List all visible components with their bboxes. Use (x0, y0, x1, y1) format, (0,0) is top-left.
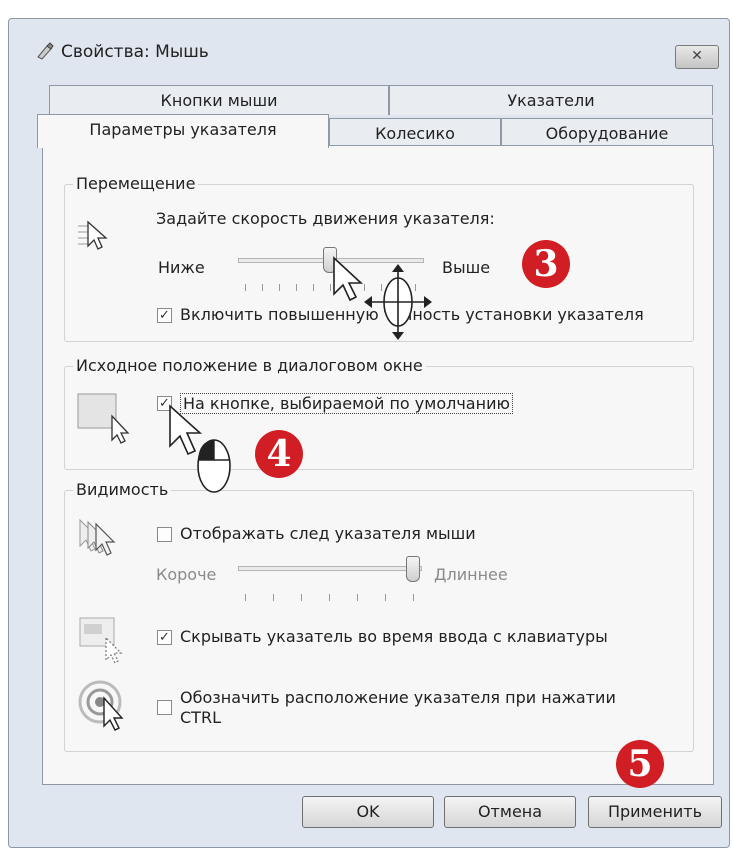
step-badge-3: 3 (522, 240, 570, 288)
hide-while-typing-checkbox[interactable]: ✓ (157, 630, 172, 645)
slider-tick (329, 594, 330, 601)
trails-slider-track[interactable] (238, 566, 422, 571)
slider-tick (357, 594, 358, 601)
trails-long-label: Длиннее (434, 565, 508, 584)
slider-tick (413, 594, 414, 601)
group-label: Перемещение (73, 174, 199, 193)
tab-label: Параметры указателя (89, 120, 277, 139)
slider-tick (296, 284, 297, 291)
tab-hardware[interactable]: Оборудование (501, 118, 713, 147)
slider-tick (279, 284, 280, 291)
tab-mouse-buttons[interactable]: Кнопки мыши (49, 85, 389, 115)
tab-pointer-options[interactable]: Параметры указателя (37, 114, 329, 148)
default-button-icon (77, 393, 130, 444)
pointer-speed-icon (78, 220, 108, 250)
cancel-button[interactable]: Отмена (444, 796, 576, 828)
close-icon: ✕ (691, 48, 703, 64)
show-location-checkbox[interactable] (157, 700, 172, 715)
trails-slider-thumb[interactable] (406, 556, 420, 582)
slider-tick (273, 594, 274, 601)
window-title: Свойства: Мышь (61, 42, 209, 62)
trails-label: Отображать след указателя мыши (180, 524, 476, 543)
slider-tick (301, 594, 302, 601)
cursor-with-mouse-icon (169, 404, 231, 493)
title-bar[interactable]: Свойства: Мышь ✕ (9, 19, 729, 71)
pointer-trails-icon (79, 518, 116, 556)
locate-pointer-icon (78, 680, 124, 731)
precision-checkbox[interactable]: ✓ (157, 308, 172, 323)
slider-tick (245, 594, 246, 601)
trails-slider-ticks (238, 594, 420, 602)
mouse-app-icon (37, 42, 54, 60)
checkmark-icon: ✓ (159, 308, 170, 323)
show-location-label-line1: Обозначить расположение указателя при на… (180, 688, 616, 707)
speed-prompt: Задайте скорость движения указателя: (156, 209, 495, 228)
slider-tick (313, 284, 314, 291)
hide-while-typing-label: Скрывать указатель во время ввода с клав… (180, 627, 608, 646)
tab-label: Указатели (507, 91, 595, 110)
ok-button[interactable]: OK (302, 796, 434, 828)
slider-tick (385, 594, 386, 601)
tab-wheel[interactable]: Колесико (329, 118, 501, 147)
step-badge-4: 4 (255, 430, 303, 478)
trails-checkbox[interactable] (157, 527, 172, 542)
group-label: Исходное положение в диалоговом окне (73, 356, 426, 375)
tab-label: Кнопки мыши (160, 91, 278, 110)
trails-short-label: Короче (156, 565, 217, 584)
slider-tick (262, 284, 263, 291)
move-cursor-icon (333, 256, 432, 340)
snap-group: Исходное положение в диалоговом окне (64, 356, 694, 470)
step-badge-5: 5 (616, 740, 664, 788)
speed-fast-label: Выше (442, 258, 491, 277)
tab-label: Оборудование (545, 124, 669, 143)
slider-tick (245, 284, 246, 291)
checkmark-icon: ✓ (159, 630, 170, 645)
hide-pointer-icon (79, 617, 123, 664)
apply-button[interactable]: Применить (588, 796, 722, 828)
group-label: Видимость (73, 480, 172, 499)
tab-pointers[interactable]: Указатели (389, 85, 713, 115)
close-button[interactable]: ✕ (675, 45, 719, 69)
tab-label: Колесико (375, 124, 455, 143)
speed-slow-label: Ниже (158, 258, 205, 277)
show-location-label-line2: CTRL (180, 708, 221, 727)
